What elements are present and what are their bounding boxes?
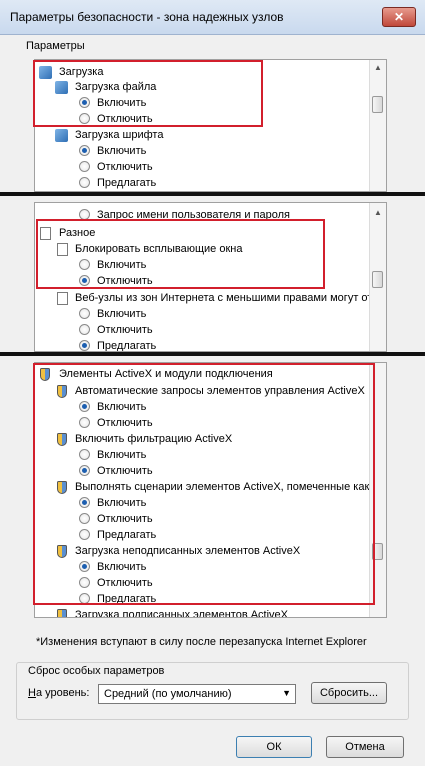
highlight-box <box>33 60 263 127</box>
option-label[interactable]: Включить <box>97 307 146 321</box>
separator-bar <box>0 352 425 356</box>
reset-button-label: Сбросить... <box>319 687 379 699</box>
cancel-button-label: Отмена <box>345 741 385 753</box>
close-button[interactable]: ✕ <box>382 7 416 27</box>
close-icon: ✕ <box>393 10 405 24</box>
ok-button[interactable]: ОК <box>236 736 312 758</box>
scroll-up-arrow-icon[interactable]: ▲ <box>370 206 386 220</box>
internet-zone-setting-icon <box>57 292 68 305</box>
option-label[interactable]: Предлагать <box>97 339 156 351</box>
font-download-setting-icon <box>55 129 68 142</box>
activex-setting-icon <box>57 609 67 617</box>
setting-less-privileged-zones: Веб-узлы из зон Интернета с меньшими пра… <box>75 292 373 304</box>
level-dropdown[interactable]: Средний (по умолчанию) ▼ <box>98 684 296 704</box>
settings-group-caption: Параметры <box>26 40 85 52</box>
separator-bar <box>0 192 425 196</box>
chevron-down-icon[interactable]: ▼ <box>282 688 291 698</box>
radio-button[interactable] <box>79 308 90 319</box>
scroll-up-arrow-icon[interactable]: ▲ <box>370 61 386 75</box>
option-label[interactable]: Отключить <box>97 160 153 174</box>
reset-group-caption: Сброс особых параметров <box>28 665 165 677</box>
level-label: На уровень: <box>28 687 89 699</box>
radio-button[interactable] <box>79 340 90 351</box>
level-dropdown-value: Средний (по умолчанию) <box>104 688 232 700</box>
reset-button[interactable]: Сбросить... <box>311 682 387 704</box>
option-label[interactable]: Отключить <box>97 323 153 337</box>
radio-button[interactable] <box>79 145 90 156</box>
option-label[interactable]: Предлагать <box>97 176 156 190</box>
scrollbar-thumb[interactable] <box>372 271 383 288</box>
setting-font-download: Загрузка шрифта <box>75 129 164 141</box>
vertical-scrollbar[interactable]: ▲ <box>369 203 386 351</box>
highlight-box <box>33 363 375 605</box>
highlight-box <box>36 219 325 289</box>
cancel-button[interactable]: Отмена <box>326 736 404 758</box>
restart-note: *Изменения вступают в силу после перезап… <box>36 636 367 648</box>
radio-button[interactable] <box>79 324 90 335</box>
setting-signed-activex: Загрузка подписанных элементов ActiveX <box>75 609 289 618</box>
vertical-scrollbar[interactable]: ▲ <box>369 60 386 191</box>
radio-button[interactable] <box>79 177 90 188</box>
scrollbar-thumb[interactable] <box>372 96 383 113</box>
radio-button[interactable] <box>79 161 90 172</box>
level-label-hotkey: Н <box>28 687 36 699</box>
option-label[interactable]: Включить <box>97 144 146 158</box>
level-label-text: а уровень: <box>35 687 90 699</box>
window-title: Параметры безопасности - зона надежных у… <box>10 10 284 24</box>
ok-button-label: ОК <box>266 741 282 753</box>
